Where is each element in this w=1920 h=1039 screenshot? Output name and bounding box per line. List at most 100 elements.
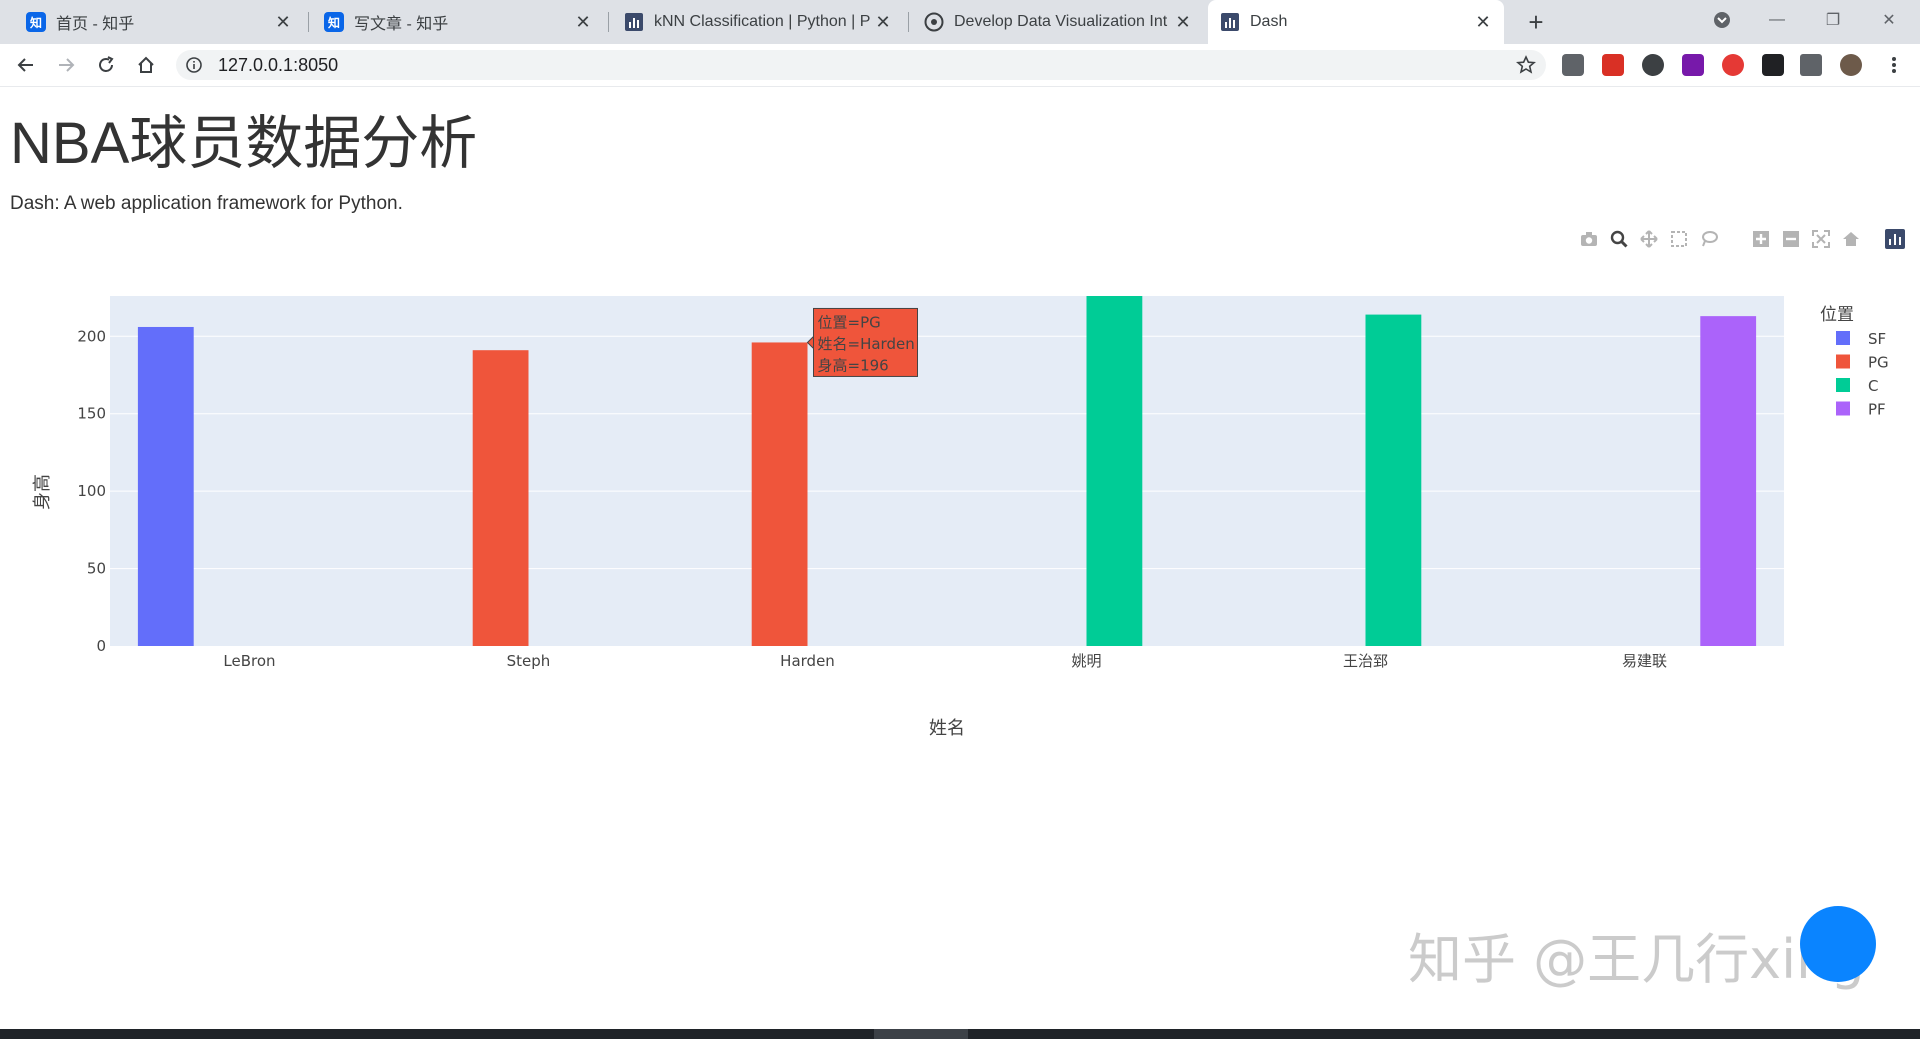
- browser-toolbar: 127.0.0.1:8050: [0, 44, 1920, 87]
- back-arrow-icon: [17, 58, 33, 72]
- close-icon[interactable]: ✕: [1174, 12, 1192, 33]
- page-title: NBA球员数据分析: [10, 111, 478, 176]
- autoscale-icon[interactable]: [1810, 228, 1832, 250]
- home-button[interactable]: [130, 49, 162, 81]
- reset-axes-icon[interactable]: [1840, 228, 1862, 250]
- taskbar-item: [874, 1029, 968, 1039]
- plot-area: [110, 296, 1784, 646]
- x-tick-label: 王治郅: [1343, 652, 1388, 670]
- legend-label: C: [1868, 377, 1878, 395]
- pan-icon[interactable]: [1638, 228, 1660, 250]
- x-axis-title: 姓名: [929, 718, 965, 739]
- y-tick-label: 200: [77, 327, 106, 345]
- close-icon[interactable]: ✕: [574, 12, 592, 33]
- y-axis-ticks: 0 50 100 150 200: [77, 327, 106, 655]
- bar-sf: [137, 326, 194, 646]
- forward-arrow-icon: [59, 58, 75, 72]
- onenote-icon[interactable]: [1682, 54, 1704, 76]
- zhihu-icon: 知: [324, 12, 344, 32]
- dash-icon: [1220, 12, 1240, 32]
- os-taskbar: [0, 1029, 1920, 1039]
- y-tick-label: 150: [77, 405, 106, 423]
- tab-title: kNN Classification | Python | P: [654, 13, 871, 30]
- legend-swatch-pf: [1836, 401, 1850, 416]
- tab-zhihu-write[interactable]: 知 写文章 - 知乎 ✕: [312, 0, 604, 44]
- close-icon[interactable]: ✕: [1474, 12, 1492, 33]
- tab-knn-classification[interactable]: kNN Classification | Python | P ✕: [612, 0, 904, 44]
- bar-c: [1086, 296, 1143, 646]
- extension-icon-2[interactable]: [1602, 54, 1624, 76]
- x-tick-label: Harden: [780, 652, 835, 670]
- tab-title: Develop Data Visualization Int: [954, 13, 1168, 30]
- site-info-icon[interactable]: [186, 57, 202, 78]
- zhihu-watermark-logo: [1800, 906, 1876, 982]
- legend-swatch-pg: [1836, 354, 1850, 369]
- maximize-icon[interactable]: ❐: [1808, 0, 1858, 40]
- bar-c: [1365, 314, 1422, 646]
- tooltip-line: 位置=PG: [818, 313, 881, 331]
- x-tick-label: LeBron: [223, 652, 275, 670]
- bar-pg: [751, 342, 808, 646]
- bar-pf: [1700, 316, 1757, 646]
- tooltip-line: 姓名=Harden: [818, 335, 915, 353]
- tab-develop-data-visualization[interactable]: Develop Data Visualization Int ✕: [912, 0, 1204, 44]
- y-axis-title: 身高: [32, 474, 53, 510]
- plotly-modebar: [1578, 228, 1908, 250]
- extension-icon-1[interactable]: [1562, 54, 1584, 76]
- x-tick-label: Steph: [507, 652, 551, 670]
- tab-dash[interactable]: Dash ✕: [1208, 0, 1504, 44]
- extension-icon-5[interactable]: [1722, 54, 1744, 76]
- close-icon[interactable]: ✕: [274, 12, 292, 33]
- bar-chart: 0 50 100 150 200 LeBron Steph Harden 姚明 王治郅 易建联 姓…: [32, 296, 1889, 739]
- zoom-out-icon[interactable]: [1780, 228, 1802, 250]
- tab-title: 首页 - 知乎: [56, 16, 135, 33]
- tab-zhihu-home[interactable]: 知 首页 - 知乎 ✕: [14, 0, 304, 44]
- window-close-icon[interactable]: ✕: [1864, 0, 1914, 40]
- tab-divider: [608, 12, 609, 32]
- watermark-text: 知乎 @王几行xing: [1408, 928, 1865, 991]
- zoom-icon[interactable]: [1608, 228, 1630, 250]
- globe-icon: [924, 12, 944, 32]
- reload-icon: [99, 56, 114, 72]
- url-text: 127.0.0.1:8050: [218, 55, 339, 75]
- back-button[interactable]: [10, 49, 42, 81]
- legend-swatch-c: [1836, 378, 1850, 392]
- profile-avatar[interactable]: [1840, 54, 1862, 76]
- tab-divider: [308, 12, 309, 32]
- lasso-select-icon[interactable]: [1698, 228, 1720, 250]
- legend-label: PG: [1868, 354, 1889, 372]
- legend-label: PF: [1868, 401, 1886, 419]
- extension-icon-3[interactable]: [1642, 54, 1664, 76]
- tab-title: Dash: [1250, 13, 1288, 30]
- minimize-icon[interactable]: —: [1752, 0, 1802, 40]
- close-icon[interactable]: ✕: [874, 12, 892, 33]
- y-tick-label: 0: [96, 637, 106, 655]
- new-tab-button[interactable]: +: [1520, 6, 1552, 38]
- page-subtitle: Dash: A web application framework for Py…: [10, 193, 403, 214]
- legend-label: SF: [1868, 330, 1886, 348]
- bar-pg: [472, 350, 529, 646]
- x-tick-label: 姚明: [1071, 652, 1101, 670]
- plotly-logo-icon[interactable]: [1884, 228, 1906, 250]
- menu-kebab-icon[interactable]: [1878, 49, 1910, 81]
- tab-search-icon[interactable]: [1697, 0, 1747, 40]
- browser-tab-strip: 知 首页 - 知乎 ✕ 知 写文章 - 知乎 ✕ kNN Classificat…: [0, 0, 1920, 44]
- extension-icon-6[interactable]: [1762, 54, 1784, 76]
- reload-button[interactable]: [90, 49, 122, 81]
- tab-divider: [908, 12, 909, 32]
- legend-swatch-sf: [1836, 331, 1850, 345]
- x-axis-ticks: LeBron Steph Harden 姚明 王治郅 易建联: [223, 652, 1667, 670]
- x-tick-label: 易建联: [1622, 652, 1667, 670]
- y-tick-label: 100: [77, 482, 106, 500]
- puzzle-extensions-icon[interactable]: [1800, 54, 1822, 76]
- forward-button[interactable]: [50, 49, 82, 81]
- legend-title: 位置: [1820, 305, 1854, 325]
- box-select-icon[interactable]: [1668, 228, 1690, 250]
- zhihu-icon: 知: [26, 12, 46, 32]
- bookmark-star-icon[interactable]: [1516, 55, 1536, 80]
- legend: 位置 SF PG C PF: [1820, 305, 1889, 419]
- camera-icon[interactable]: [1578, 228, 1600, 250]
- hover-tooltip: 位置=PG 姓名=Harden 身高=196: [806, 307, 918, 377]
- address-bar[interactable]: 127.0.0.1:8050: [176, 50, 1546, 80]
- zoom-in-icon[interactable]: [1750, 228, 1772, 250]
